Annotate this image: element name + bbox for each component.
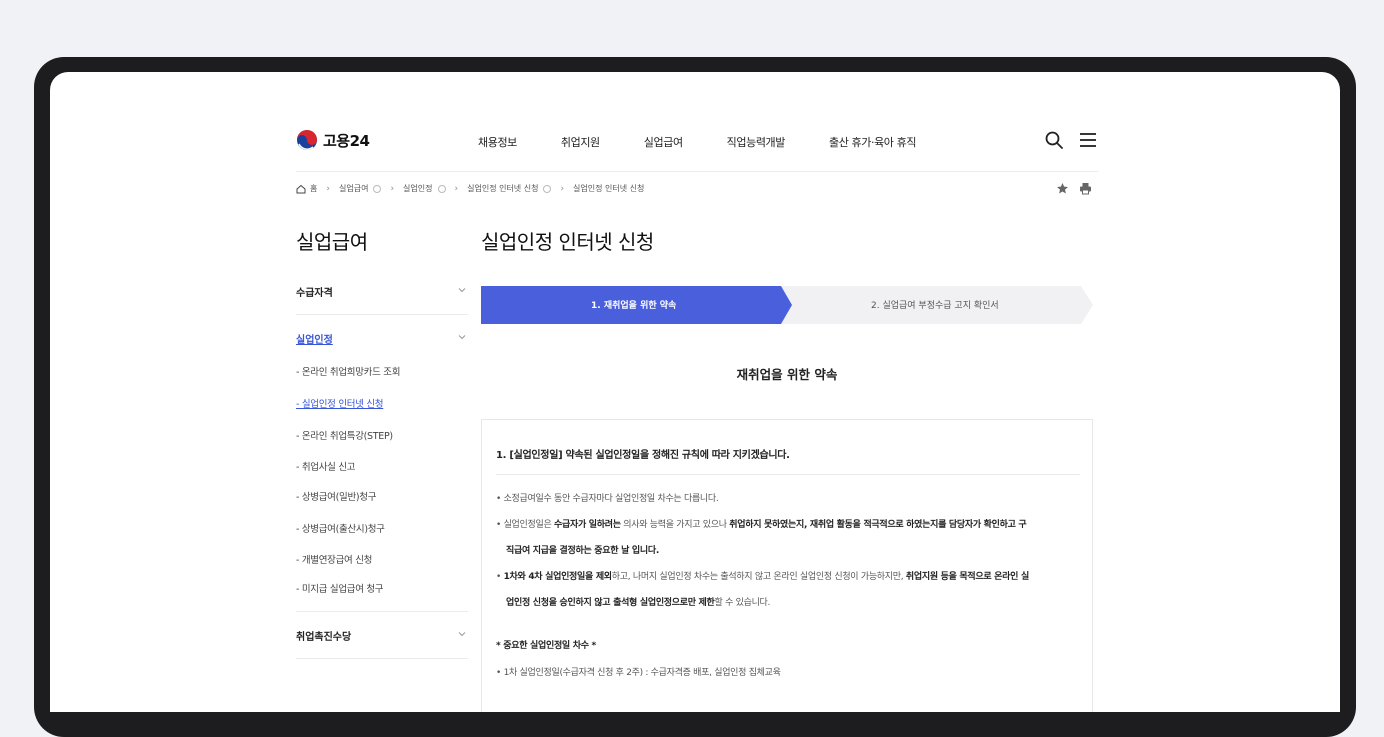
chevron-down-icon (458, 288, 466, 293)
bullet-line: • 소정급여일수 동안 수급자마다 실업인정일 차수는 다릅니다. (496, 494, 719, 504)
sidebar-item-extension[interactable]: - 개별연장급여 신청 (296, 552, 372, 566)
sidebar-item-unpaid-claim[interactable]: - 미지급 실업급여 청구 (296, 581, 384, 595)
sidebar-item-internet-application[interactable]: - 실업인정 인터넷 신청 (296, 396, 384, 410)
step-2: 2. 실업급여 부정수급 고지 확인서 (871, 301, 999, 311)
nav-item-skills-development[interactable]: 직업능력개발 (727, 134, 786, 150)
bullet-text-bold: 수급자가 일하려는 (554, 520, 621, 530)
sidebar: 수급자격 실업인정 - 온라인 취업희망카드 조회 - 실업인정 인터넷 신청 … (296, 272, 468, 659)
bullet-continuation: 업인정 신청을 승인하지 않고 출석형 실업인정으로만 제한할 수 있습니다. (506, 596, 770, 610)
bullet-text-bold: 1차와 4차 실업인정일을 제외 (503, 572, 613, 582)
breadcrumb-home-label: 홈 (310, 184, 318, 193)
sidebar-section-label: 수급자격 (296, 288, 333, 299)
sidebar-item-sickness-general[interactable]: - 상병급여(일반)청구 (296, 489, 376, 503)
breadcrumb-item-current: 실업인정 인터넷 신청 (573, 184, 645, 193)
bullet-text: 의사와 능력을 가지고 있으나 (620, 520, 730, 530)
bullet-text-bold: 취업지원 등을 목적으로 온라인 실 (905, 572, 1029, 582)
step-arrows (481, 286, 1093, 324)
nav-item-unemployment-benefits[interactable]: 실업급여 (644, 134, 683, 150)
sidebar-item-step-lecture[interactable]: - 온라인 취업특강(STEP) (296, 428, 393, 442)
chevron-right-icon: › (454, 183, 459, 194)
star-icon[interactable] (1056, 182, 1069, 195)
chevron-right-icon: › (390, 183, 395, 194)
sidebar-item-card-lookup[interactable]: - 온라인 취업희망카드 조회 (296, 364, 400, 378)
sidebar-section-label: 취업촉진수당 (296, 632, 352, 643)
chevron-down-icon[interactable] (458, 333, 466, 341)
sidebar-item-sickness-childbirth[interactable]: - 상병급여(출산시)청구 (296, 521, 385, 535)
pledge-box: 1. [실업인정일] 약속된 실업인정일을 정해진 규칙에 따라 지키겠습니다.… (481, 419, 1093, 712)
bullet-text: 할 수 있습니다. (714, 598, 771, 608)
site-header: 고용24 채용정보 취업지원 실업급여 직업능력개발 출산 휴가·육아 휴직 (296, 124, 1098, 160)
bullet-line: • 1차와 4차 실업인정일을 제외하고, 나머지 실업인정 차수는 출석하지 … (496, 572, 1029, 582)
dropdown-circle-icon[interactable] (373, 184, 382, 193)
sidebar-item-employment-report[interactable]: - 취업사실 신고 (296, 459, 356, 473)
page-tools (1056, 182, 1092, 195)
header-divider (296, 171, 1098, 172)
breadcrumb-item[interactable]: 실업인정 (403, 183, 432, 194)
dropdown-circle-icon[interactable] (543, 184, 552, 193)
chevron-right-icon: › (560, 183, 565, 194)
dropdown-circle-icon[interactable] (437, 184, 446, 193)
chevron-right-icon: › (326, 183, 330, 194)
search-icon[interactable] (1044, 130, 1064, 150)
header-icons (1044, 130, 1098, 150)
nav-item-parental-leave[interactable]: 출산 휴가·육아 휴직 (829, 134, 916, 150)
bullet-text: 실업인정일은 (503, 520, 555, 530)
sidebar-title: 실업급여 (296, 230, 368, 254)
important-heading: * 중요한 실업인정일 차수 * (496, 641, 596, 651)
site-logo[interactable]: 고용24 (296, 129, 370, 151)
nav-item-jobs[interactable]: 채용정보 (478, 134, 517, 150)
sidebar-section-recognition: 실업인정 - 온라인 취업희망카드 조회 - 실업인정 인터넷 신청 - 온라인… (296, 315, 468, 612)
breadcrumb: 홈 › 실업급여 › 실업인정 › 실업인정 인터넷 신청 › 실업인정 인터넷… (296, 183, 644, 194)
breadcrumb-home[interactable]: 홈 (296, 183, 317, 194)
bullet-text: 소정급여일수 동안 수급자마다 실업인정일 차수는 다릅니다. (503, 494, 719, 504)
page-title: 실업인정 인터넷 신청 (481, 230, 654, 254)
logo-text: 고용24 (323, 131, 370, 150)
pledge-item-heading: 1. [실업인정일] 약속된 실업인정일을 정해진 규칙에 따라 지키겠습니다. (496, 450, 790, 461)
bullet-text-bold: 직급여 지급을 결정하는 중요한 날 입니다. (506, 546, 659, 556)
bullet-text-bold: 취업하지 못하였는지, 재취업 활동을 적극적으로 하였는지를 담당자가 확인하… (729, 520, 1027, 530)
bullet-text: 1차 실업인정일(수급자격 신청 후 2주) : 수급자격증 배포, 실업인정 … (503, 668, 781, 678)
bullet-continuation: 직급여 지급을 결정하는 중요한 날 입니다. (506, 544, 659, 558)
taegeuk-logo-icon (297, 130, 317, 150)
menu-icon[interactable] (1078, 130, 1098, 150)
main-content: 실업인정 인터넷 신청 1. 재취업을 위한 약속 2. 실업급여 부정수급 고… (481, 226, 1093, 712)
print-icon[interactable] (1079, 182, 1092, 195)
breadcrumb-item[interactable]: 실업급여 (339, 183, 368, 194)
page: 고용24 채용정보 취업지원 실업급여 직업능력개발 출산 휴가·육아 휴직 홈… (296, 72, 1098, 712)
breadcrumb-item[interactable]: 실업인정 인터넷 신청 (467, 183, 538, 194)
main-nav: 채용정보 취업지원 실업급여 직업능력개발 출산 휴가·육아 휴직 (478, 134, 916, 150)
bullet-line: • 실업인정일은 수급자가 일하려는 의사와 능력을 가지고 있으나 취업하지 … (496, 520, 1027, 530)
bullet-text: 하고, 나머지 실업인정 차수는 출석하지 않고 온라인 실업인정 신청이 가능… (611, 572, 906, 582)
browser-screen: 고용24 채용정보 취업지원 실업급여 직업능력개발 출산 휴가·육아 휴직 홈… (50, 72, 1340, 712)
divider (496, 474, 1080, 475)
sidebar-section-label[interactable]: 실업인정 (296, 331, 333, 346)
sidebar-section-eligibility[interactable]: 수급자격 (296, 272, 468, 315)
bullet-line: • 1차 실업인정일(수급자격 신청 후 2주) : 수급자격증 배포, 실업인… (496, 668, 781, 678)
section-heading: 재취업을 위한 약속 (736, 367, 838, 382)
nav-item-employment-support[interactable]: 취업지원 (561, 134, 600, 150)
home-icon (296, 184, 306, 193)
chevron-down-icon (458, 632, 466, 637)
sidebar-section-promotion-allowance[interactable]: 취업촉진수당 (296, 612, 468, 659)
step-1-active: 1. 재취업을 위한 약속 (591, 301, 677, 311)
step-indicator: 1. 재취업을 위한 약속 2. 실업급여 부정수급 고지 확인서 (481, 286, 1093, 324)
bullet-text-bold: 업인정 신청을 승인하지 않고 출석형 실업인정으로만 제한 (506, 598, 715, 608)
